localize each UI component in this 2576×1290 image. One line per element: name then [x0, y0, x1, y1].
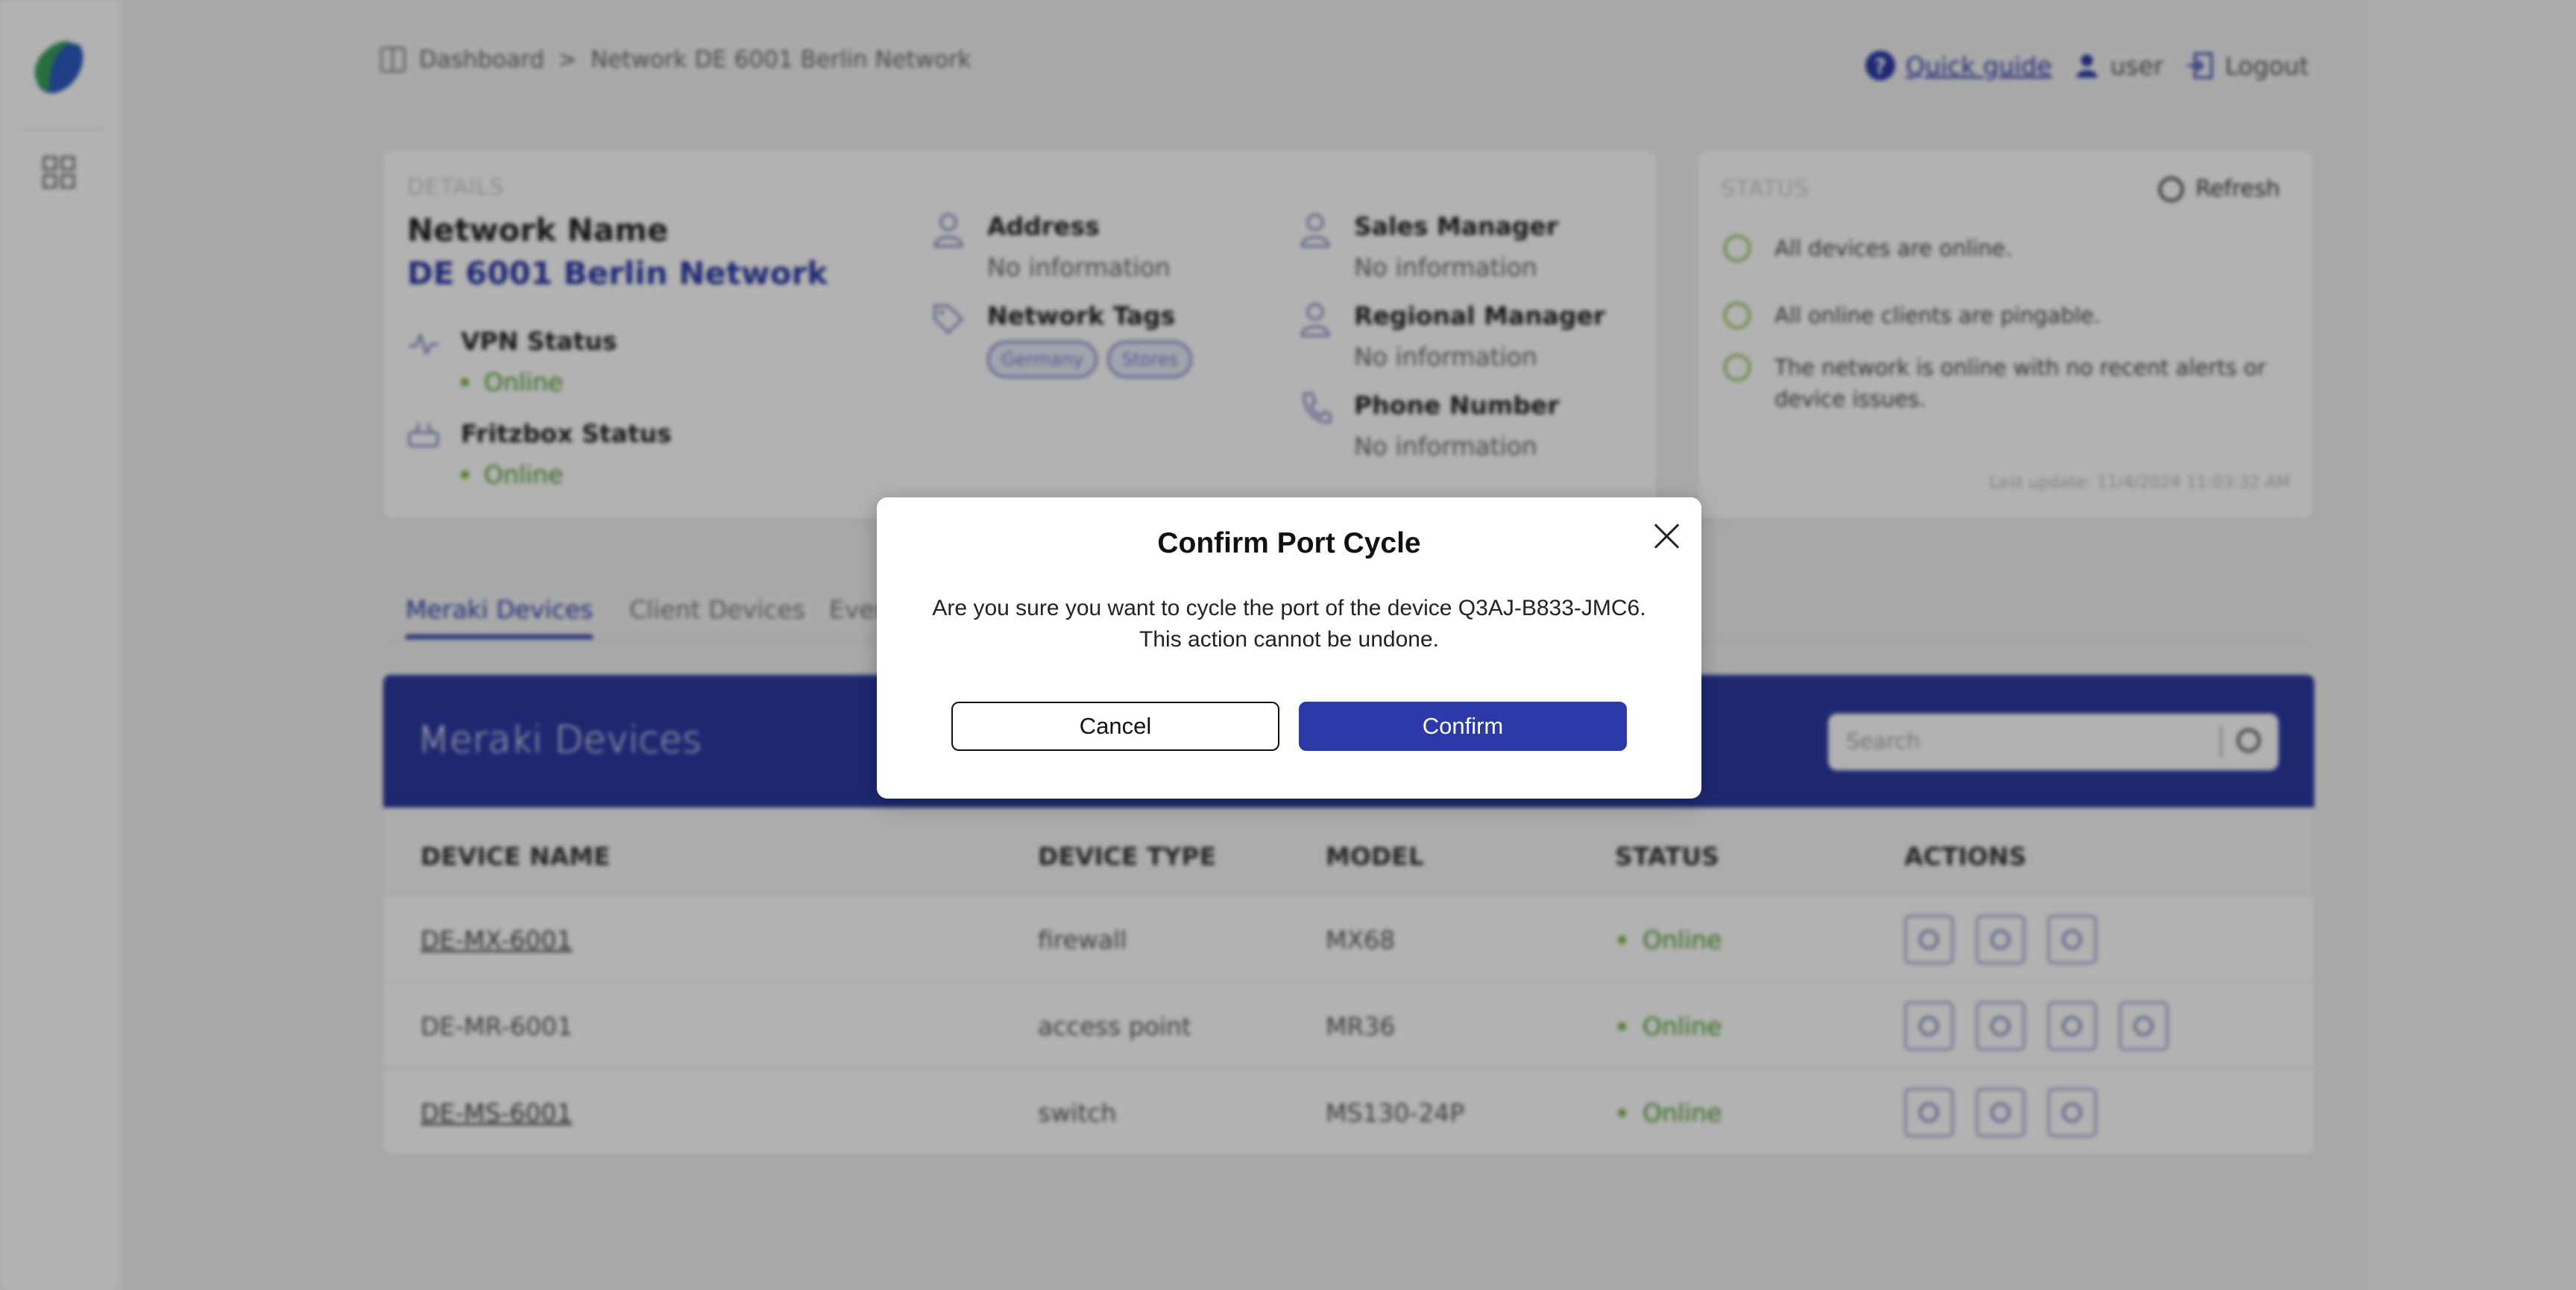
confirm-port-cycle-dialog: Confirm Port Cycle Are you sure you want…: [877, 497, 1701, 799]
confirm-button[interactable]: Confirm: [1299, 702, 1627, 751]
dialog-message: Are you sure you want to cycle the port …: [907, 593, 1672, 655]
dialog-message-line-1: Are you sure you want to cycle the port …: [932, 596, 1646, 620]
close-icon[interactable]: [1651, 520, 1684, 553]
cancel-button[interactable]: Cancel: [951, 702, 1279, 751]
dialog-title: Confirm Port Cycle: [1157, 527, 1421, 559]
dialog-message-line-2: This action cannot be undone.: [1139, 627, 1439, 652]
